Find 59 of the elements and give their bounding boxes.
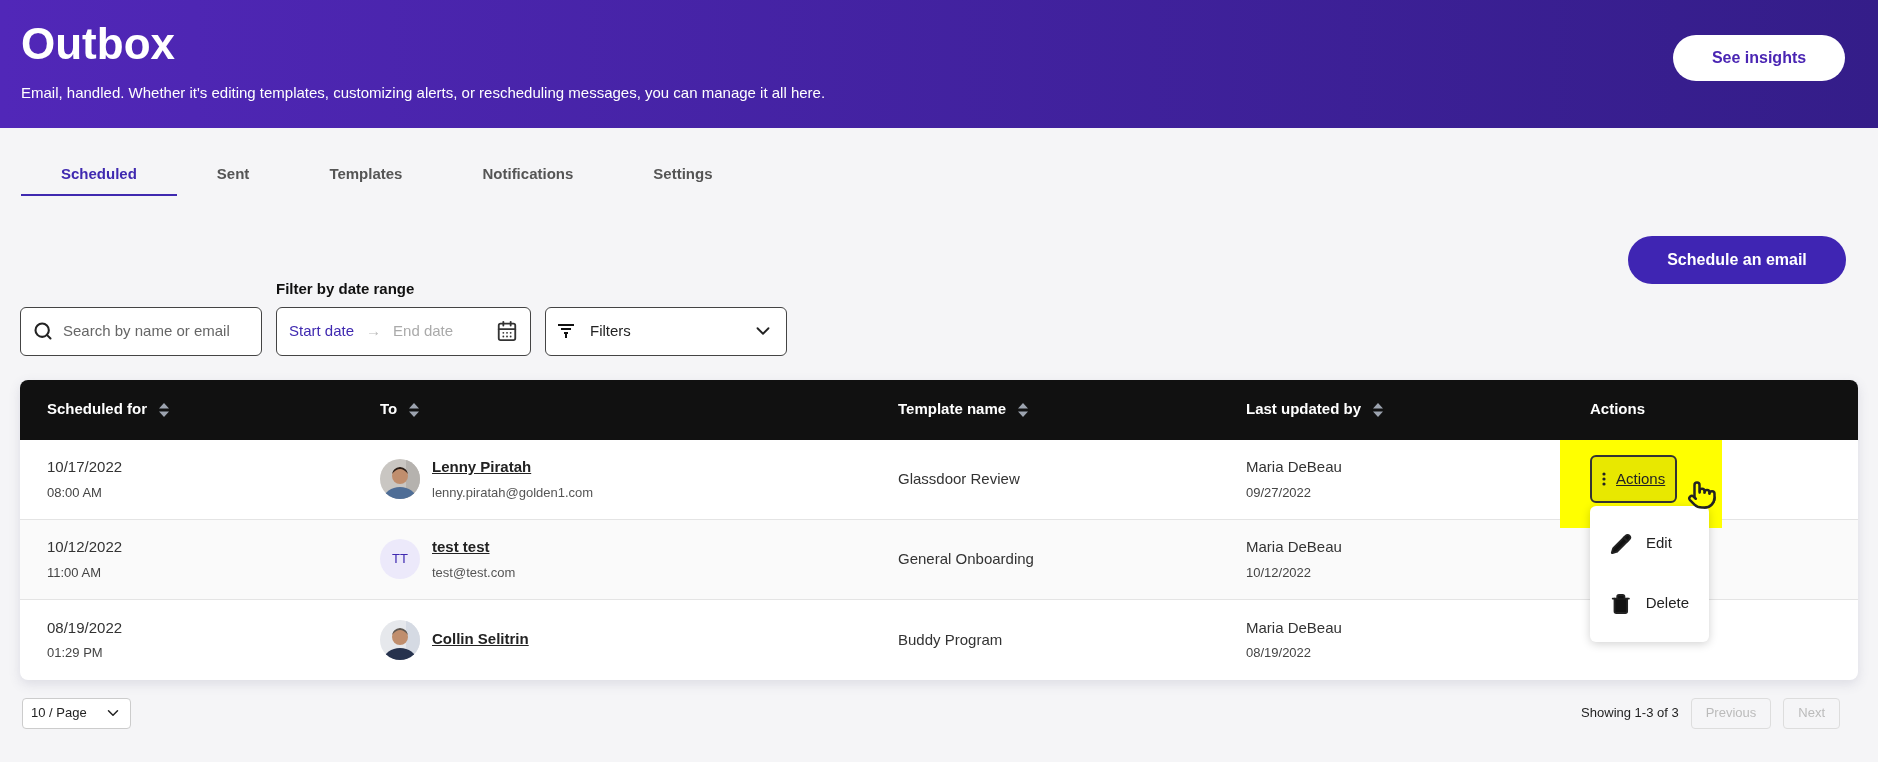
schedule-email-button[interactable]: Schedule an email bbox=[1628, 236, 1846, 284]
avatar: TT bbox=[380, 539, 420, 579]
template-name: General Onboarding bbox=[898, 550, 1034, 567]
search-input[interactable]: Search by name or email bbox=[63, 319, 243, 343]
arrow-separator: → bbox=[366, 320, 382, 341]
tab[interactable]: Scheduled bbox=[21, 154, 177, 196]
sort-icon[interactable] bbox=[1373, 402, 1383, 417]
sort-icon[interactable] bbox=[409, 402, 420, 417]
page-size-select[interactable]: 10 / Page bbox=[22, 697, 131, 729]
email-text: lenny.piratah@golden1.com bbox=[432, 483, 594, 502]
filters-dropdown[interactable]: Filters bbox=[545, 306, 787, 356]
date-text: 08/19/2022 bbox=[47, 617, 124, 638]
template-name: Buddy Program bbox=[898, 630, 1003, 648]
calendar-icon bbox=[496, 320, 518, 342]
trash-icon bbox=[1610, 592, 1632, 615]
updated-by-text: Maria DeBeau bbox=[1246, 457, 1343, 477]
pagination-summary: Showing 1-3 of 3 bbox=[1581, 704, 1679, 723]
see-insights-button[interactable]: See insights bbox=[1673, 35, 1845, 81]
tab[interactable]: Templates bbox=[289, 154, 443, 196]
updated-date-text: 09/27/2022 bbox=[1246, 483, 1313, 502]
updated-by-text: Maria DeBeau bbox=[1246, 537, 1343, 557]
recipient-link[interactable]: Lenny Piratah bbox=[432, 456, 594, 479]
time-text: 11:00 AM bbox=[47, 563, 102, 582]
template-name: Glassdoor Review bbox=[898, 470, 1020, 487]
email-text: test@test.com bbox=[432, 563, 516, 582]
time-text: 08:00 AM bbox=[47, 483, 103, 502]
updated-date-text: 08/19/2022 bbox=[1246, 644, 1313, 662]
date-range-field[interactable]: Start date → End date bbox=[276, 306, 531, 356]
column-header: Template name bbox=[898, 399, 1007, 420]
date-text: 10/12/2022 bbox=[47, 537, 124, 557]
tab[interactable]: Sent bbox=[176, 154, 290, 196]
updated-by-text: Maria DeBeau bbox=[1246, 617, 1343, 638]
filter-icon bbox=[558, 324, 574, 338]
sort-icon[interactable] bbox=[159, 402, 169, 417]
menu-item[interactable]: Delete bbox=[1610, 578, 1689, 629]
actions-button[interactable]: Actions bbox=[1590, 455, 1678, 503]
updated-date-text: 10/12/2022 bbox=[1246, 563, 1313, 582]
column-header: To bbox=[380, 399, 398, 420]
tab[interactable]: Notifications bbox=[442, 154, 614, 196]
filter-label: Filter by date range bbox=[276, 279, 416, 299]
hand-cursor-icon bbox=[1687, 479, 1717, 510]
column-header: Scheduled for bbox=[47, 399, 147, 420]
start-date-placeholder: Start date bbox=[289, 320, 355, 341]
search-field[interactable]: Search by name or email bbox=[20, 306, 262, 356]
end-date-placeholder: End date bbox=[393, 320, 454, 341]
recipient-link[interactable]: test test bbox=[432, 536, 516, 559]
menu-item[interactable]: Edit bbox=[1610, 518, 1689, 569]
sort-icon[interactable] bbox=[1018, 402, 1029, 417]
page-title: Outbox bbox=[21, 18, 176, 70]
search-icon bbox=[33, 321, 53, 341]
pencil-icon bbox=[1610, 532, 1632, 555]
page-subtitle: Email, handled. Whether it's editing templates, customizing alerts, or rescheduling messages, you can manage it all here. bbox=[21, 83, 826, 103]
date-text: 10/17/2022 bbox=[47, 457, 124, 477]
kebab-icon bbox=[1602, 472, 1606, 486]
tab[interactable]: Settings bbox=[613, 154, 753, 196]
column-header: Actions bbox=[1590, 399, 1645, 420]
recipient-link[interactable]: Collin Selitrin bbox=[432, 628, 529, 651]
column-header: Last updated by bbox=[1246, 399, 1361, 420]
time-text: 01:29 PM bbox=[47, 644, 104, 662]
